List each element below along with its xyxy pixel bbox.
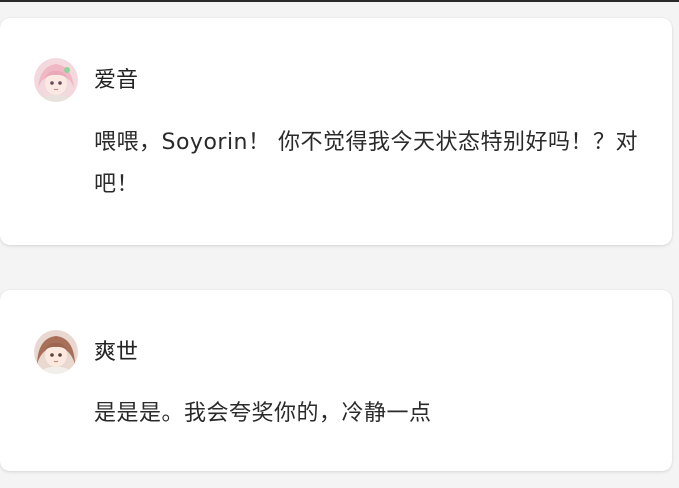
message-card-soyo: 爽世 是是是。我会夸奖你的，冷静一点: [0, 290, 672, 471]
anon-avatar-icon[interactable]: [34, 58, 78, 102]
message-text: 是是是。我会夸奖你的，冷静一点: [94, 401, 432, 426]
soyo-avatar-icon[interactable]: [34, 330, 78, 374]
message-text: 喂喂，Soyorin！ 你不觉得我今天状态特别好吗！？对吧！: [94, 130, 638, 197]
message-card-anon: 爱音 喂喂，Soyorin！ 你不觉得我今天状态特别好吗！？对吧！: [0, 18, 672, 245]
top-border: [0, 0, 679, 2]
author-name: 爱音: [94, 68, 139, 93]
author-name: 爽世: [94, 340, 139, 365]
